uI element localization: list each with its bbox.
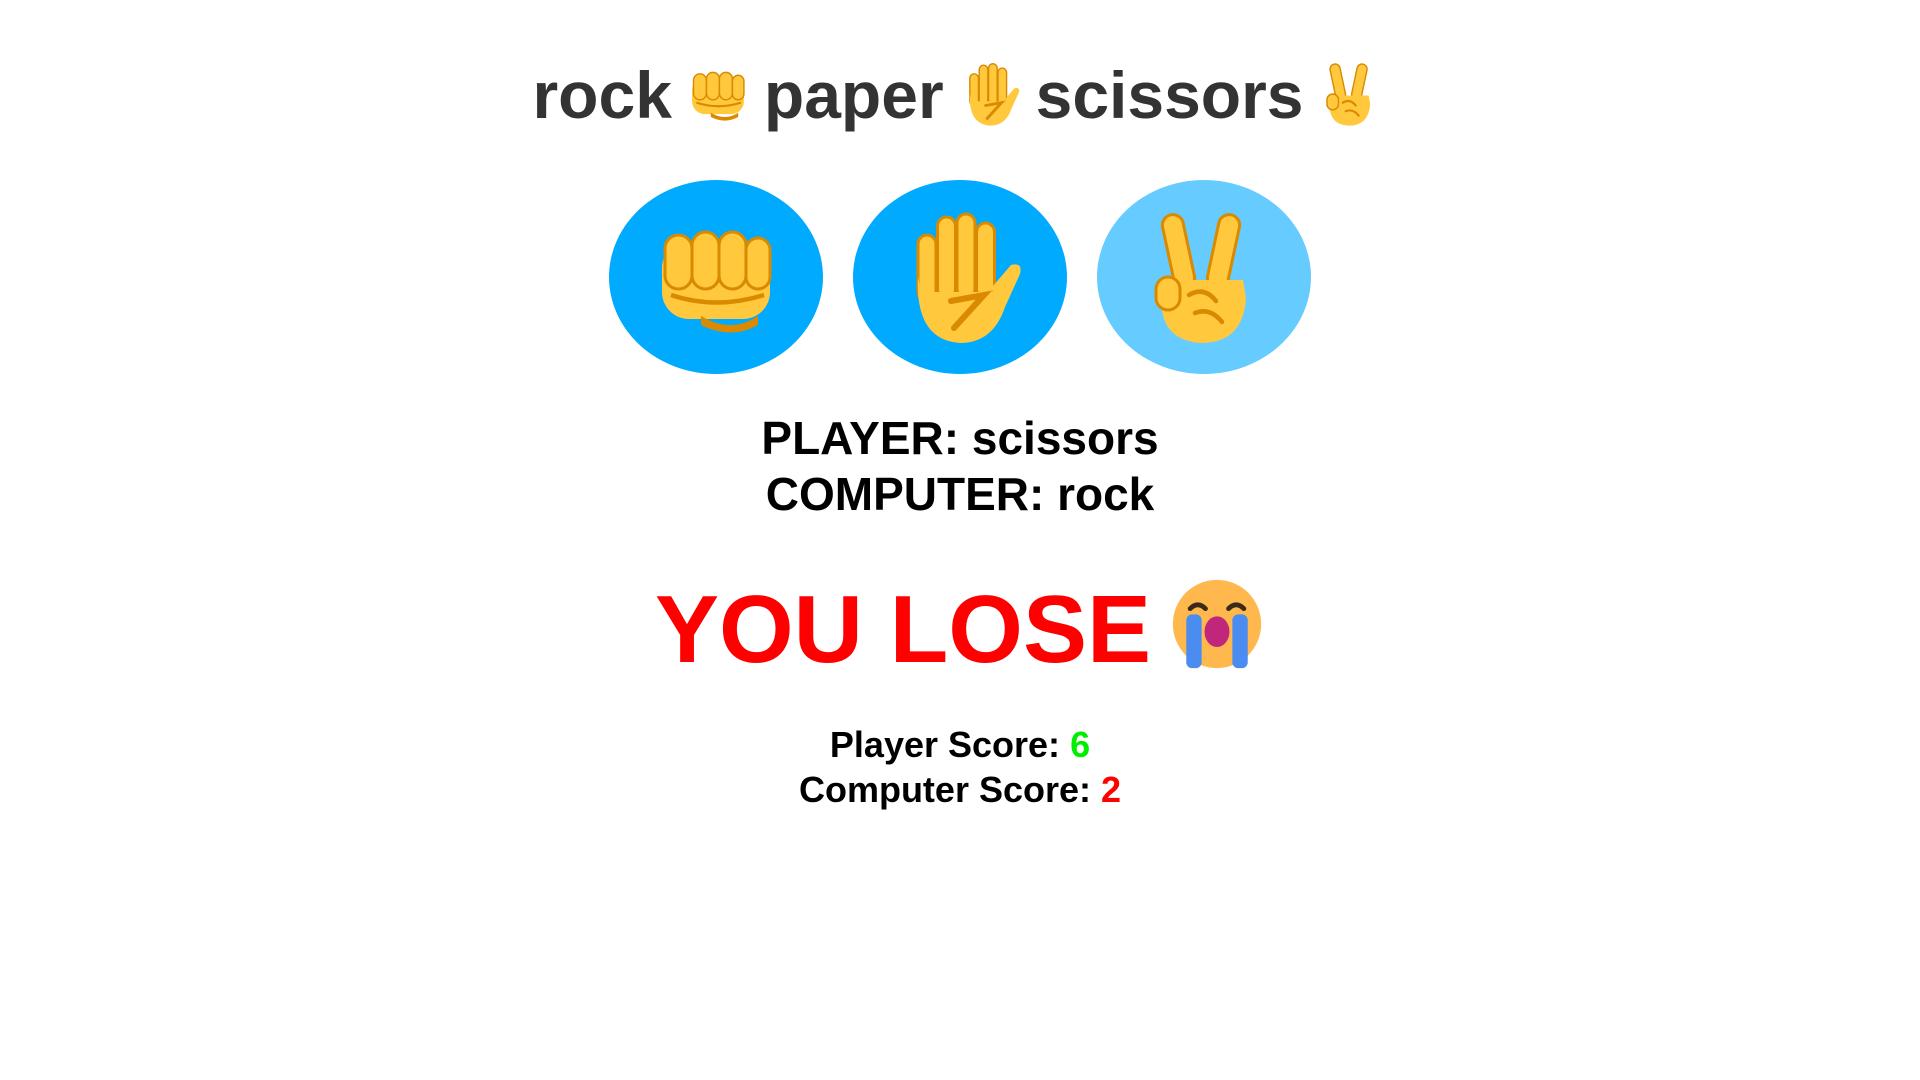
- victory-hand-icon: [1314, 58, 1386, 130]
- raised-hand-icon: [885, 202, 1035, 352]
- title-word-paper: paper: [763, 58, 944, 132]
- choice-buttons: [0, 180, 1920, 374]
- rock-button[interactable]: [609, 180, 823, 374]
- player-choice-label: PLAYER:: [761, 412, 960, 464]
- fist-icon: [682, 58, 754, 130]
- player-choice-line: PLAYER: scissors: [0, 410, 1920, 466]
- player-choice-value: scissors: [971, 412, 1159, 464]
- player-score-line: Player Score: 6: [0, 722, 1920, 767]
- title-word-scissors: scissors: [1035, 58, 1304, 132]
- raised-hand-icon: [954, 58, 1026, 130]
- page-title: rock paper scissors: [0, 55, 1920, 135]
- verdict-text: YOU LOSE: [654, 576, 1152, 683]
- title-word-rock: rock: [532, 58, 672, 132]
- player-score-value: 6: [1070, 724, 1091, 765]
- scoreboard: Player Score: 6 Computer Score: 2: [0, 722, 1920, 812]
- computer-choice-label: COMPUTER:: [765, 468, 1045, 520]
- computer-choice-value: rock: [1057, 468, 1155, 520]
- paper-button[interactable]: [853, 180, 1067, 374]
- verdict: YOU LOSE: [0, 575, 1920, 685]
- victory-hand-icon: [1129, 202, 1279, 352]
- computer-score-label: Computer Score:: [798, 769, 1091, 810]
- computer-score-value: 2: [1101, 769, 1122, 810]
- fist-icon: [641, 202, 791, 352]
- computer-score-line: Computer Score: 2: [0, 767, 1920, 812]
- player-score-label: Player Score:: [829, 724, 1061, 765]
- crying-face-icon: [1169, 576, 1265, 672]
- game-page: rock paper scissors PLAYER: scissors COMPU…: [0, 0, 1920, 1080]
- round-result: PLAYER: scissors COMPUTER: rock: [0, 410, 1920, 522]
- scissors-button[interactable]: [1097, 180, 1311, 374]
- computer-choice-line: COMPUTER: rock: [0, 466, 1920, 522]
